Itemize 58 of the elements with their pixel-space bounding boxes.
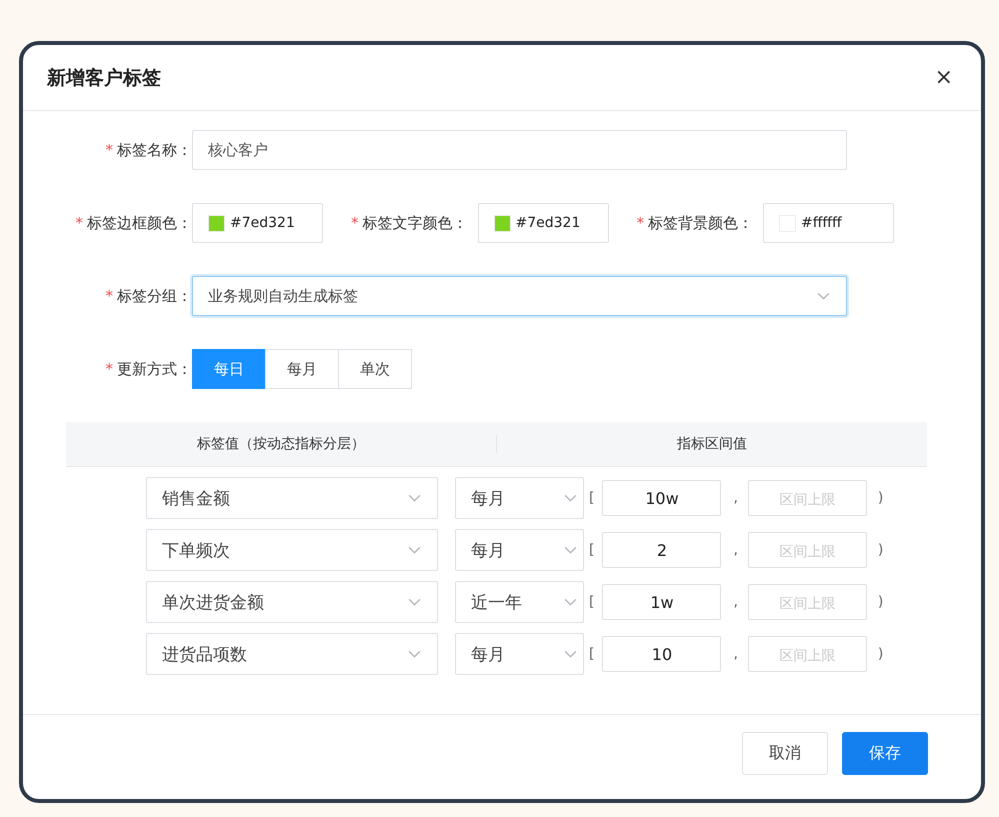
- chevron-down-icon: [408, 494, 421, 502]
- required-mark: *: [106, 141, 113, 159]
- chevron-down-icon: [408, 598, 421, 606]
- select-field[interactable]: 每月: [455, 477, 584, 519]
- field-label: 标签文字颜色：: [362, 214, 468, 232]
- input-field[interactable]: 1w: [602, 584, 722, 620]
- column-header: 标签值（按动态指标分层）: [66, 435, 497, 453]
- required-mark: *: [106, 360, 113, 378]
- input-field[interactable]: 10: [602, 636, 722, 672]
- input-field[interactable]: 10w: [602, 480, 722, 516]
- chevron-down-icon: [564, 494, 577, 502]
- comma: ,: [733, 594, 738, 610]
- input-field[interactable]: 2: [602, 532, 722, 568]
- comma: ,: [733, 542, 738, 558]
- field-label: 更新方式：: [117, 360, 192, 378]
- segment-button[interactable]: 单次: [338, 349, 412, 389]
- required-mark: *: [351, 214, 358, 232]
- segment-button[interactable]: 每月: [265, 349, 339, 389]
- bracket: [: [589, 646, 594, 662]
- bracket: ): [878, 646, 884, 662]
- select-field[interactable]: 每月: [455, 529, 584, 571]
- select-field[interactable]: 下单频次: [146, 529, 438, 571]
- chevron-down-icon: [564, 598, 577, 606]
- chevron-down-icon: [564, 650, 577, 658]
- field-label: 标签背景颜色：: [648, 214, 753, 232]
- select-field[interactable]: 进货品项数: [146, 633, 438, 675]
- cancel-button[interactable]: 取消: [742, 732, 828, 774]
- bracket: [: [589, 490, 594, 506]
- field-label: 标签边框颜色：: [87, 214, 192, 232]
- save-button[interactable]: 保存: [842, 732, 928, 774]
- chevron-down-icon: [408, 546, 421, 554]
- bracket: [: [589, 542, 594, 558]
- bracket: [: [589, 594, 594, 610]
- select-field[interactable]: 销售金额: [146, 477, 438, 519]
- dialog-title: 新增客户标签: [47, 66, 161, 90]
- chevron-down-icon: [817, 292, 830, 300]
- chevron-down-icon: [564, 546, 577, 554]
- select-field[interactable]: 近一年: [455, 581, 584, 623]
- comma: ,: [733, 646, 738, 662]
- field-label: 标签分组：: [117, 286, 192, 306]
- column-header: 指标区间值: [676, 435, 748, 453]
- select-field[interactable]: 业务规则自动生成标签: [192, 276, 847, 316]
- select-field[interactable]: 单次进货金额: [146, 581, 438, 623]
- select-field[interactable]: 每月: [455, 633, 584, 675]
- chevron-down-icon: [408, 650, 421, 658]
- field-label: 标签名称：: [117, 140, 192, 160]
- required-mark: *: [636, 214, 644, 232]
- bracket: ): [878, 542, 884, 558]
- comma: ,: [733, 490, 738, 506]
- close-button[interactable]: ×: [930, 65, 957, 90]
- bracket: ): [878, 594, 884, 610]
- required-mark: *: [76, 214, 83, 232]
- required-mark: *: [106, 287, 113, 305]
- bracket: ): [878, 490, 884, 506]
- color-field[interactable]: #7ed321: [478, 203, 608, 243]
- color-field[interactable]: #ffffff: [763, 203, 894, 243]
- color-field[interactable]: #7ed321: [192, 203, 323, 243]
- input-field[interactable]: 核心客户: [192, 130, 847, 170]
